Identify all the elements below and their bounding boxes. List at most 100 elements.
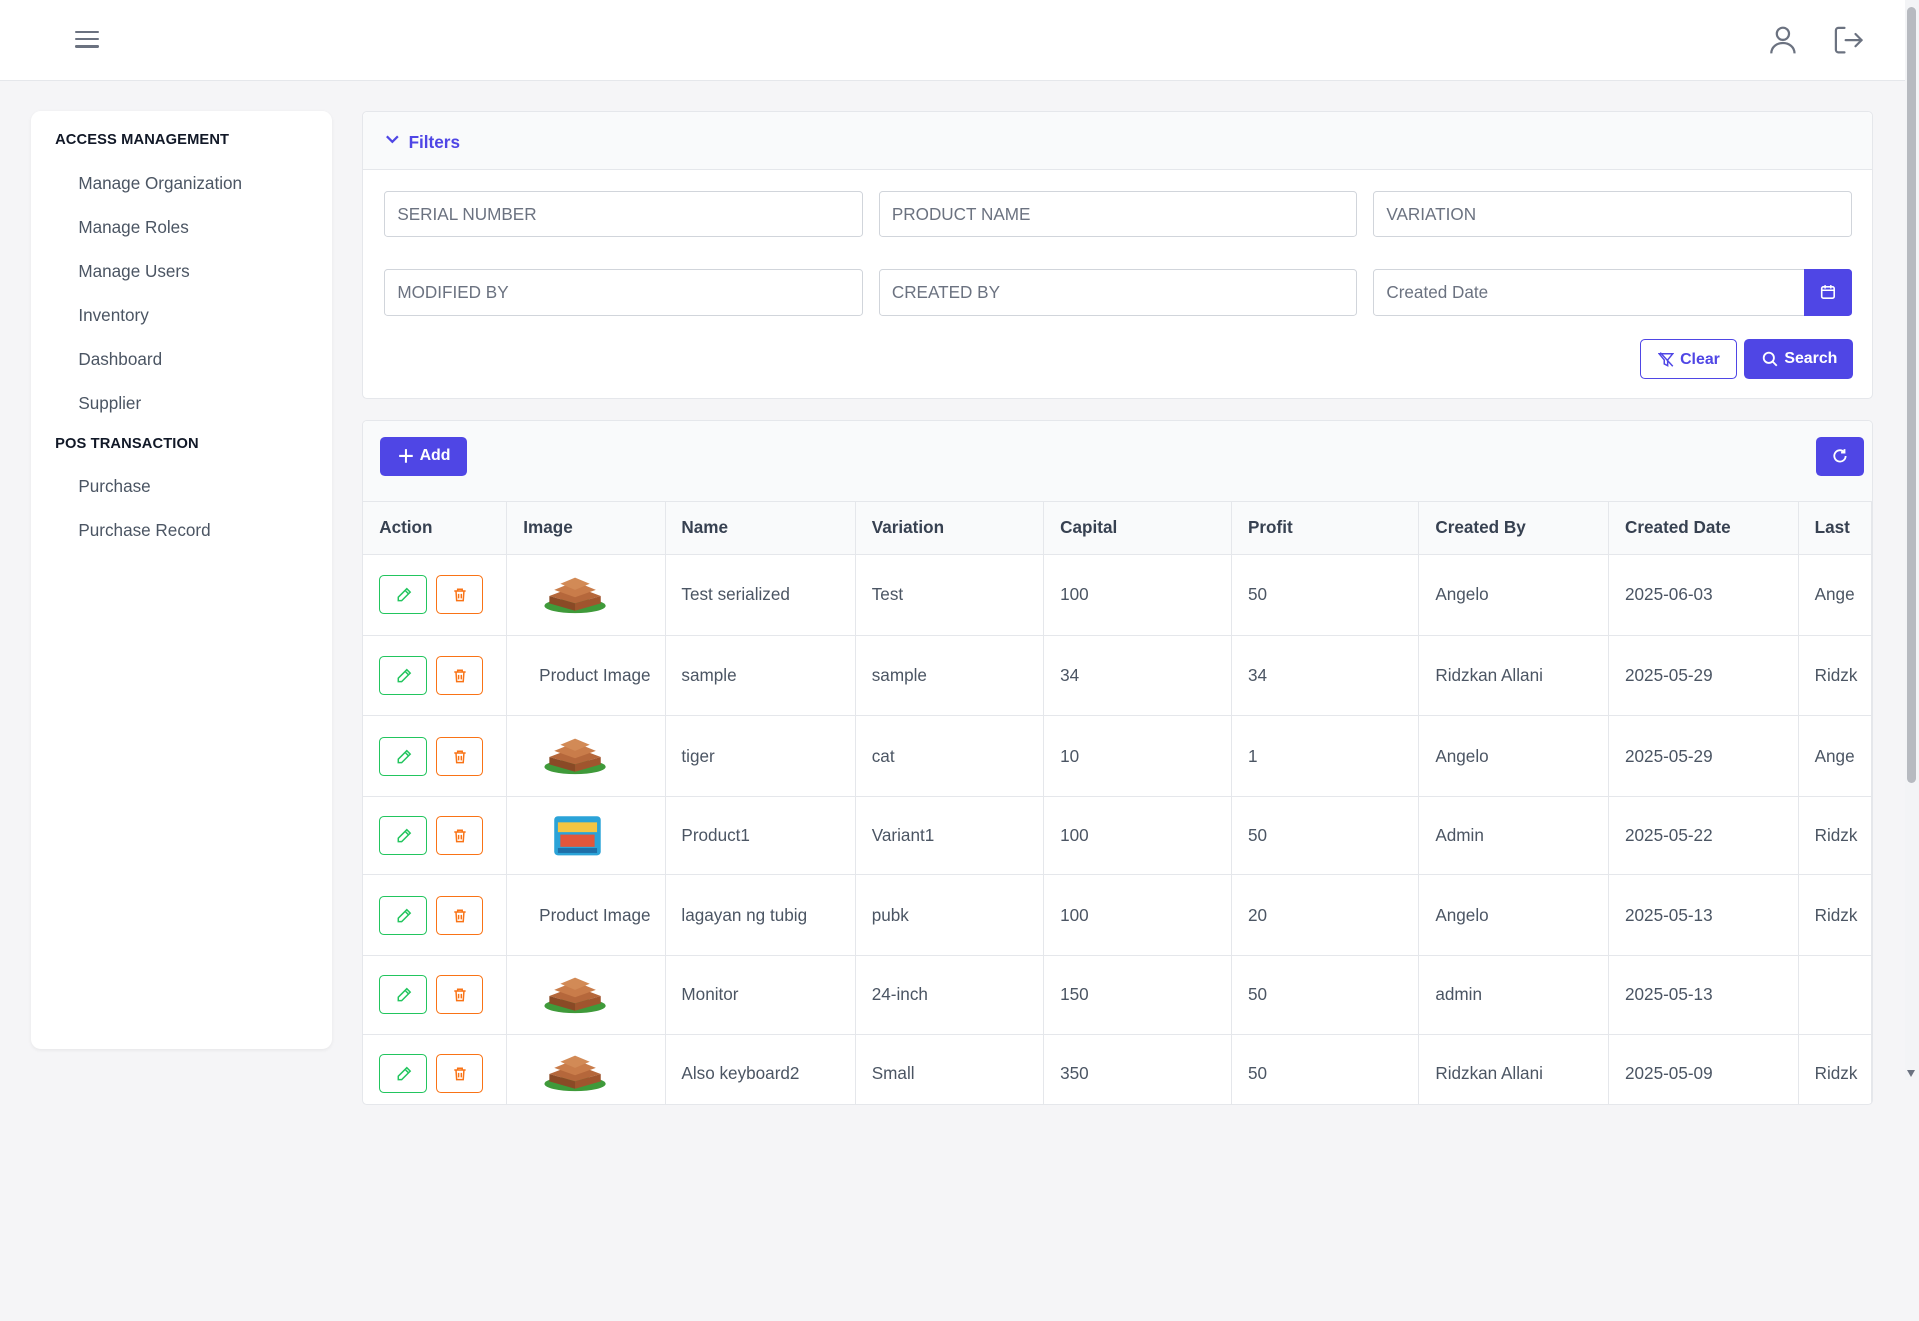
edit-button[interactable]	[379, 975, 427, 1015]
refresh-button[interactable]	[1816, 436, 1864, 476]
image-cell	[506, 554, 666, 636]
image-cell	[506, 955, 666, 1035]
search-icon	[1763, 351, 1778, 367]
created-by-cell: admin	[1418, 955, 1610, 1035]
last-cell: Ange	[1798, 554, 1872, 636]
sidebar-item-dashboard[interactable]: Dashboard	[78, 349, 162, 370]
sidebar-item-manage-organization[interactable]: Manage Organization	[78, 173, 242, 194]
table-toolbar: Add	[363, 420, 1872, 502]
broken-image-alt: Product Image	[539, 904, 651, 925]
trash-icon	[454, 588, 467, 602]
delete-button[interactable]	[435, 975, 484, 1015]
broken-image-alt: Product Image	[539, 664, 651, 685]
col-image[interactable]: Image	[506, 501, 666, 555]
edit-button[interactable]	[379, 1053, 427, 1093]
refresh-icon	[1833, 448, 1847, 463]
user-icon[interactable]	[1767, 24, 1799, 56]
trash-icon	[454, 1067, 467, 1080]
edit-button[interactable]	[379, 816, 427, 856]
profit-cell: 50	[1231, 1034, 1420, 1105]
pencil-icon	[397, 668, 412, 683]
table-header-row: Action Image Name Variation Capital Prof…	[363, 501, 1872, 555]
trash-icon	[454, 909, 467, 923]
name-cell: lagayan ng tubig	[665, 874, 856, 957]
action-cell	[363, 635, 508, 717]
search-label: Search	[1784, 349, 1838, 367]
last-cell: Ridzk	[1798, 1034, 1872, 1105]
col-last[interactable]: Last	[1798, 501, 1872, 555]
product-thumbnail-bench	[544, 577, 606, 613]
sidebar-section-pos-transaction: POS TRANSACTION	[55, 435, 199, 452]
sidebar-item-purchase[interactable]: Purchase	[78, 476, 150, 497]
table-row[interactable]: Product Image lagayan ng tubig pubk 100 …	[363, 874, 1872, 957]
capital-cell: 100	[1043, 554, 1233, 636]
image-cell: Product Image	[506, 635, 666, 717]
col-name[interactable]: Name	[665, 501, 856, 555]
search-button[interactable]: Search	[1743, 338, 1853, 380]
scrollbar-thumb[interactable]	[1906, 7, 1916, 784]
edit-button[interactable]	[379, 895, 427, 935]
name-cell: Also keyboard2	[665, 1034, 856, 1105]
name-cell: sample	[665, 635, 856, 717]
action-cell	[363, 554, 508, 636]
sidebar-item-manage-users[interactable]: Manage Users	[78, 261, 189, 282]
image-cell: Product Image	[506, 874, 666, 957]
col-profit[interactable]: Profit	[1231, 501, 1420, 555]
last-cell: Ridzk	[1798, 796, 1872, 876]
hamburger-icon[interactable]	[71, 26, 103, 53]
created-by-input[interactable]: CREATED BY	[878, 269, 1358, 316]
sidebar-item-manage-roles[interactable]: Manage Roles	[78, 217, 188, 238]
delete-button[interactable]	[435, 575, 484, 615]
filters-title: Filters	[408, 131, 460, 152]
variation-cell: Small	[855, 1034, 1045, 1105]
delete-button[interactable]	[435, 655, 484, 695]
filter-clear-icon	[1658, 351, 1674, 367]
table-row[interactable]: Also keyboard2 Small 350 50 Ridzkan Alla…	[363, 1034, 1872, 1105]
table-row[interactable]: Product1 Variant1 100 50 Admin 2025-05-2…	[363, 796, 1872, 876]
name-cell: Test serialized	[665, 554, 856, 636]
capital-cell: 350	[1043, 1034, 1233, 1105]
filters-header[interactable]: Filters	[363, 112, 1872, 170]
action-cell	[363, 715, 508, 798]
created-date-cell: 2025-06-03	[1608, 554, 1799, 636]
sidebar-item-supplier[interactable]: Supplier	[78, 393, 141, 414]
table-row[interactable]: Product Image sample sample 34 34 Ridzka…	[363, 635, 1872, 717]
col-created-by[interactable]: Created By	[1418, 501, 1610, 555]
table-row[interactable]: Test serialized Test 100 50 Angelo 2025-…	[363, 554, 1872, 636]
delete-button[interactable]	[435, 1053, 484, 1093]
created-by-cell: Angelo	[1418, 874, 1610, 957]
col-action[interactable]: Action	[363, 501, 508, 555]
variation-input[interactable]: VARIATION	[1373, 190, 1852, 238]
last-cell	[1798, 955, 1872, 1035]
col-variation[interactable]: Variation	[855, 501, 1045, 555]
edit-button[interactable]	[379, 655, 427, 695]
capital-cell: 34	[1043, 635, 1233, 717]
edit-button[interactable]	[379, 575, 427, 615]
action-cell	[363, 874, 508, 957]
table-row[interactable]: Monitor 24-inch 150 50 admin 2025-05-13	[363, 955, 1872, 1035]
serial-number-input[interactable]: SERIAL NUMBER	[384, 190, 863, 238]
sidebar-item-purchase-record[interactable]: Purchase Record	[78, 520, 210, 541]
delete-button[interactable]	[435, 816, 484, 856]
product-name-input[interactable]: PRODUCT NAME	[878, 190, 1358, 238]
delete-button[interactable]	[435, 736, 484, 776]
profit-cell: 50	[1231, 955, 1420, 1035]
table-row[interactable]: tiger cat 10 1 Angelo 2025-05-29 Ange	[363, 715, 1872, 798]
calendar-button[interactable]	[1803, 269, 1852, 316]
add-button[interactable]: Add	[380, 436, 468, 476]
edit-button[interactable]	[379, 736, 427, 776]
clear-button[interactable]: Clear	[1639, 338, 1737, 380]
delete-button[interactable]	[435, 895, 484, 935]
scroll-down-arrow-icon[interactable]	[1906, 1070, 1915, 1077]
image-cell	[506, 796, 666, 876]
col-capital[interactable]: Capital	[1043, 501, 1233, 555]
created-by-cell: Admin	[1418, 796, 1610, 876]
sidebar: ACCESS MANAGEMENT Manage Organization Ma…	[30, 111, 332, 1049]
sidebar-item-inventory[interactable]: Inventory	[78, 305, 148, 326]
created-date-input[interactable]: Created Date	[1373, 269, 1806, 316]
logout-icon[interactable]	[1831, 23, 1865, 57]
page-scrollbar[interactable]	[1904, 0, 1919, 1080]
col-created-date[interactable]: Created Date	[1608, 501, 1799, 555]
modified-by-input[interactable]: MODIFIED BY	[384, 269, 863, 316]
pencil-icon	[397, 1066, 412, 1080]
